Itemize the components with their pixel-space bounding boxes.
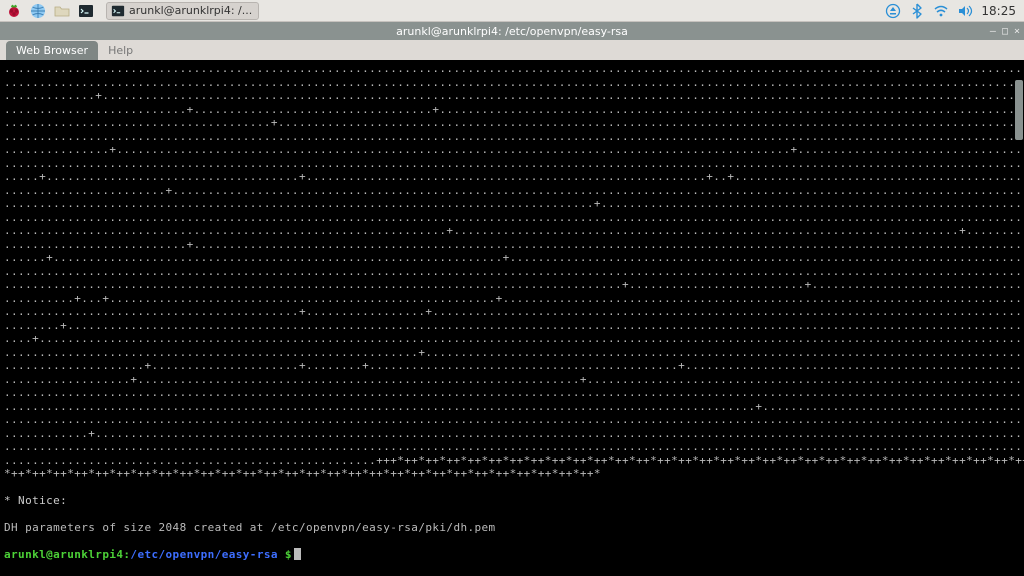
browser-launcher[interactable] xyxy=(28,2,48,20)
terminal-line: ......................................+.… xyxy=(4,116,1020,130)
terminal-cursor xyxy=(294,548,301,560)
terminal-icon xyxy=(111,4,125,18)
terminal-launcher-1[interactable] xyxy=(76,2,96,20)
bluetooth-icon[interactable] xyxy=(909,3,925,19)
terminal-line: ..........................+.............… xyxy=(4,238,1020,252)
terminal-line: .....+..................................… xyxy=(4,170,1020,184)
window-buttons: – □ × xyxy=(990,22,1020,40)
volume-icon[interactable] xyxy=(957,3,973,19)
system-panel: arunkl@arunklrpi4: /... 18:25 xyxy=(0,0,1024,22)
window-maximize-button[interactable]: □ xyxy=(1002,26,1008,37)
taskbar-window-label: arunkl@arunklrpi4: /... xyxy=(129,4,252,17)
terminal-icon xyxy=(78,3,94,19)
browser-tab[interactable]: Web Browser xyxy=(6,41,98,60)
panel-clock[interactable]: 18:25 xyxy=(981,4,1016,18)
terminal-line: ........+...............................… xyxy=(4,319,1020,333)
browser-tab-label: Web Browser xyxy=(16,44,88,57)
window-tabstrip: Web Browser Help xyxy=(0,40,1024,60)
terminal-prompt: arunkl@arunklrpi4:/etc/openvpn/easy-rsa … xyxy=(4,548,1020,562)
terminal-line xyxy=(4,535,1020,549)
terminal-line: ........................................… xyxy=(4,265,1020,279)
terminal-output[interactable]: ........................................… xyxy=(0,60,1024,576)
terminal-window: ........................................… xyxy=(0,60,1024,576)
window-close-button[interactable]: × xyxy=(1014,26,1020,37)
terminal-line: ......+.................................… xyxy=(4,251,1020,265)
menu-help-label: Help xyxy=(108,44,133,57)
globe-icon xyxy=(30,3,46,19)
window-titlebar[interactable]: arunkl@arunklrpi4: /etc/openvpn/easy-rsa… xyxy=(0,22,1024,40)
terminal-line: ........................................… xyxy=(4,346,1020,360)
terminal-line xyxy=(4,508,1020,522)
menu-help[interactable]: Help xyxy=(98,41,143,60)
window-title: arunkl@arunklrpi4: /etc/openvpn/easy-rsa xyxy=(396,25,628,38)
prompt-user: arunkl@arunklrpi4 xyxy=(4,548,123,561)
terminal-line: ........................................… xyxy=(4,224,1020,238)
wifi-icon[interactable] xyxy=(933,3,949,19)
terminal-line: ........................................… xyxy=(4,197,1020,211)
terminal-line: ........................................… xyxy=(4,454,1020,468)
file-manager-launcher[interactable] xyxy=(52,2,72,20)
terminal-line xyxy=(4,481,1020,495)
panel-launchers: arunkl@arunklrpi4: /... xyxy=(0,2,259,20)
eject-media-icon[interactable] xyxy=(885,3,901,19)
terminal-line: ........................................… xyxy=(4,211,1020,225)
terminal-line: ........................................… xyxy=(4,157,1020,171)
folder-icon xyxy=(54,3,70,19)
terminal-line: *++*++*++*++*++*++*++*++*++*++*++*++*++*… xyxy=(4,467,1020,481)
terminal-line: ....+...................................… xyxy=(4,332,1020,346)
terminal-line: ........................................… xyxy=(4,400,1020,414)
system-tray: 18:25 xyxy=(885,3,1024,19)
terminal-line: .......................+................… xyxy=(4,184,1020,198)
terminal-line: ........................................… xyxy=(4,278,1020,292)
terminal-line: ............+...........................… xyxy=(4,427,1020,441)
terminal-line: .............+..........................… xyxy=(4,89,1020,103)
taskbar-active-window[interactable]: arunkl@arunklrpi4: /... xyxy=(106,2,259,20)
terminal-summary: DH parameters of size 2048 created at /e… xyxy=(4,521,1020,535)
terminal-line: ...............+........................… xyxy=(4,143,1020,157)
window-minimize-button[interactable]: – xyxy=(990,26,996,37)
terminal-line: ........................................… xyxy=(4,305,1020,319)
raspberry-icon xyxy=(6,3,22,19)
terminal-line: ....................+...................… xyxy=(4,359,1020,373)
terminal-line: ........................................… xyxy=(4,440,1020,454)
terminal-line: ..........+...+.........................… xyxy=(4,292,1020,306)
app-menu-button[interactable] xyxy=(4,2,24,20)
terminal-line: ..........................+.............… xyxy=(4,103,1020,117)
terminal-line: ........................................… xyxy=(4,76,1020,90)
prompt-dollar: $ xyxy=(278,548,292,561)
terminal-line: ........................................… xyxy=(4,62,1020,76)
prompt-path: /etc/openvpn/easy-rsa xyxy=(130,548,277,561)
terminal-line: ..................+.....................… xyxy=(4,373,1020,387)
terminal-line: ........................................… xyxy=(4,386,1020,400)
terminal-line: ........................................… xyxy=(4,130,1020,144)
terminal-line: ........................................… xyxy=(4,413,1020,427)
terminal-scrollbar[interactable] xyxy=(1015,80,1023,140)
terminal-notice: * Notice: xyxy=(4,494,1020,508)
